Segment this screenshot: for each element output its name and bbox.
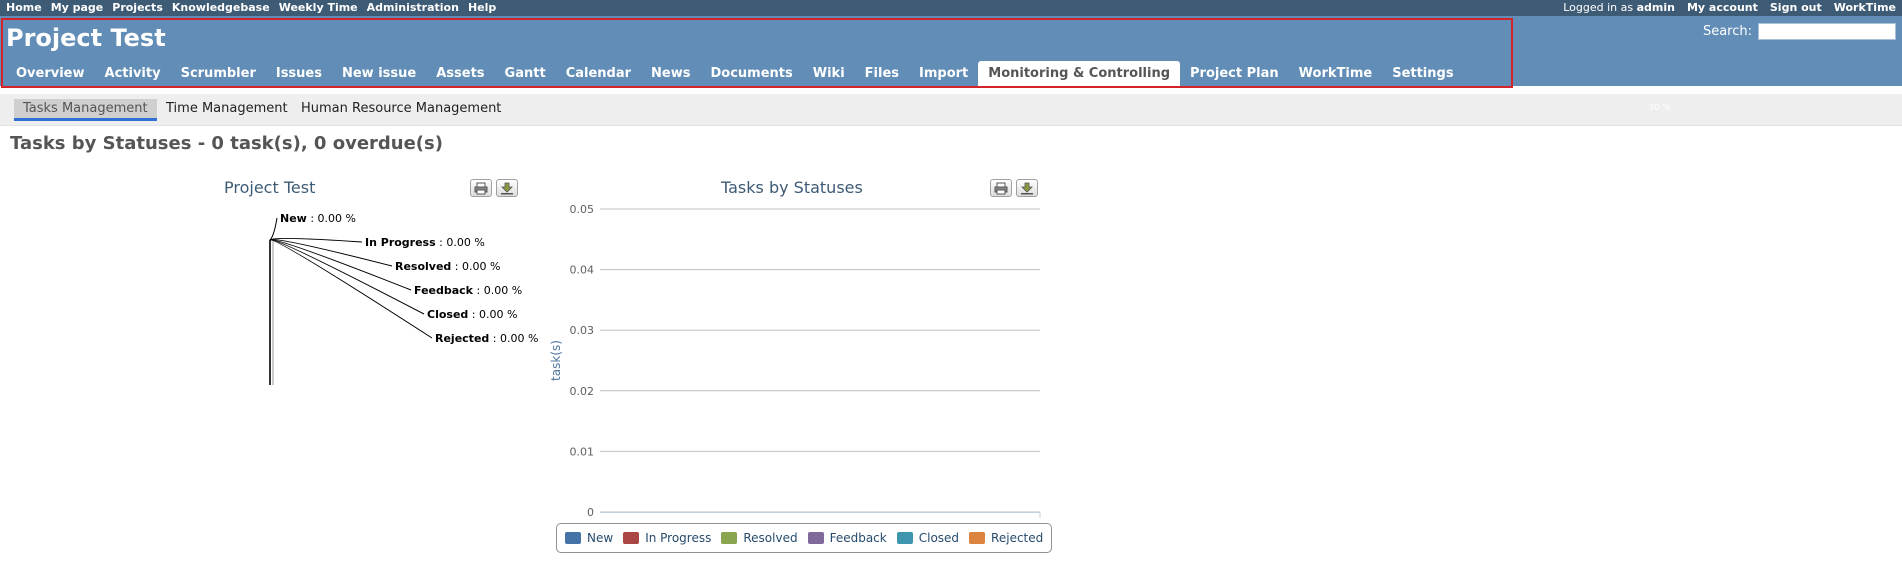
top-link-projects[interactable]: Projects (112, 0, 163, 15)
legend-label: In Progress (645, 531, 712, 545)
project-header: Project Test Search: Overview Activity S… (0, 16, 1902, 88)
tab-import[interactable]: Import (909, 61, 978, 86)
tab-new-issue[interactable]: New issue (332, 61, 426, 86)
legend-item-new[interactable]: New (565, 531, 613, 545)
legend-swatch (807, 532, 824, 544)
bar-chart-legend: New In Progress Resolved Feedback Closed Reje… (556, 523, 1053, 553)
top-link-administration[interactable]: Administration (367, 0, 459, 15)
subtab-tasks-management[interactable]: Tasks Management (14, 99, 157, 121)
logged-in-prefix: Logged in as (1563, 1, 1634, 14)
tab-issues[interactable]: Issues (266, 61, 332, 86)
top-menu: Home My page Projects Knowledgebase Week… (0, 0, 1902, 16)
top-link-weekly-time[interactable]: Weekly Time (279, 0, 358, 15)
y-tick-label: 0.02 (570, 385, 595, 398)
y-tick-label: 0 (587, 506, 594, 519)
tab-news[interactable]: News (641, 61, 700, 86)
tab-gantt[interactable]: Gantt (495, 61, 556, 86)
download-icon (1021, 182, 1033, 195)
tab-worktime[interactable]: WorkTime (1289, 61, 1383, 86)
top-link-my-page[interactable]: My page (51, 0, 104, 15)
pie-label-in-progress: In Progress : 0.00 % (365, 236, 485, 249)
top-menu-right: Logged in as admin My account Sign out W… (1563, 0, 1896, 15)
legend-item-in-progress[interactable]: In Progress (623, 531, 711, 545)
legend-item-closed[interactable]: Closed (896, 531, 960, 545)
page-heading: Tasks by Statuses - 0 task(s), 0 overdue… (10, 133, 443, 154)
pie-label-new: New : 0.00 % (280, 212, 356, 225)
top-menu-left: Home My page Projects Knowledgebase Week… (6, 0, 496, 15)
legend-label: Feedback (829, 531, 887, 545)
legend-swatch (721, 532, 738, 544)
pie-label-resolved: Resolved : 0.00 % (395, 260, 500, 273)
tab-calendar[interactable]: Calendar (556, 61, 641, 86)
tab-project-plan[interactable]: Project Plan (1180, 61, 1289, 86)
tab-settings[interactable]: Settings (1382, 61, 1463, 86)
legend-swatch (896, 532, 913, 544)
top-link-home[interactable]: Home (6, 0, 42, 15)
bar-chart: 0.05 0.04 0.03 0.02 0.01 0 task(s) (549, 203, 1041, 519)
pie-chart: New : 0.00 % In Progress : 0.00 % Resolved… (269, 212, 538, 385)
top-link-knowledgebase[interactable]: Knowledgebase (172, 0, 270, 15)
main-menu: Overview Activity Scrumbler Issues New i… (6, 61, 1464, 86)
y-tick-label: 0.01 (570, 445, 595, 458)
pie-label-rejected: Rejected : 0.00 % (435, 332, 538, 345)
pie-chart-title: Project Test (224, 178, 316, 197)
legend-label: New (587, 531, 614, 545)
subtab-human-resource-management[interactable]: Human Resource Management (292, 99, 510, 121)
legend-item-feedback[interactable]: Feedback (807, 531, 887, 545)
search-input[interactable] (1758, 23, 1896, 40)
y-axis-title: task(s) (549, 340, 563, 381)
top-link-my-account[interactable]: My account (1687, 0, 1758, 15)
pie-print-button[interactable] (470, 179, 492, 197)
tab-documents[interactable]: Documents (700, 61, 802, 86)
logged-in-user-link[interactable]: admin (1637, 1, 1675, 14)
tab-activity[interactable]: Activity (95, 61, 171, 86)
legend-label: Resolved (743, 531, 798, 545)
print-icon (474, 182, 488, 195)
y-tick-label: 0.05 (570, 203, 595, 216)
top-link-sign-out[interactable]: Sign out (1770, 0, 1822, 15)
subtab-time-management[interactable]: Time Management (157, 99, 297, 121)
y-tick-label: 0.03 (570, 324, 595, 337)
tab-files[interactable]: Files (855, 61, 909, 86)
progress-percent-text: 30 % (1648, 103, 1671, 113)
pie-connector-in-progress (269, 237, 363, 243)
pie-download-button[interactable] (496, 179, 518, 197)
legend-swatch (969, 532, 986, 544)
legend-item-resolved[interactable]: Resolved (721, 531, 798, 545)
tab-wiki[interactable]: Wiki (803, 61, 855, 86)
tab-overview[interactable]: Overview (6, 61, 95, 86)
top-link-help[interactable]: Help (468, 0, 496, 15)
search-label: Search: (1702, 24, 1752, 39)
y-tick-label: 0.04 (570, 264, 595, 277)
download-icon (501, 182, 513, 195)
logged-in-as: Logged in as admin (1563, 0, 1675, 15)
tab-scrumbler[interactable]: Scrumbler (171, 61, 266, 86)
pie-label-feedback: Feedback : 0.00 % (414, 284, 522, 297)
top-link-worktime[interactable]: WorkTime (1834, 0, 1896, 15)
search-area: Search: (1703, 23, 1896, 40)
tab-monitoring-controlling[interactable]: Monitoring & Controlling (978, 61, 1181, 86)
subtabs-bar: Tasks Management Time Management Human R… (0, 94, 1902, 126)
print-icon (994, 182, 1008, 195)
project-title: Project Test (6, 24, 166, 52)
legend-label: Rejected (991, 531, 1044, 545)
legend-swatch (623, 532, 640, 544)
legend-swatch (565, 532, 581, 544)
pie-label-closed: Closed : 0.00 % (427, 308, 517, 321)
legend-label: Closed (918, 531, 960, 545)
legend-item-rejected[interactable]: Rejected (969, 531, 1043, 545)
tab-assets[interactable]: Assets (426, 61, 494, 86)
pie-connector-new (269, 217, 278, 241)
